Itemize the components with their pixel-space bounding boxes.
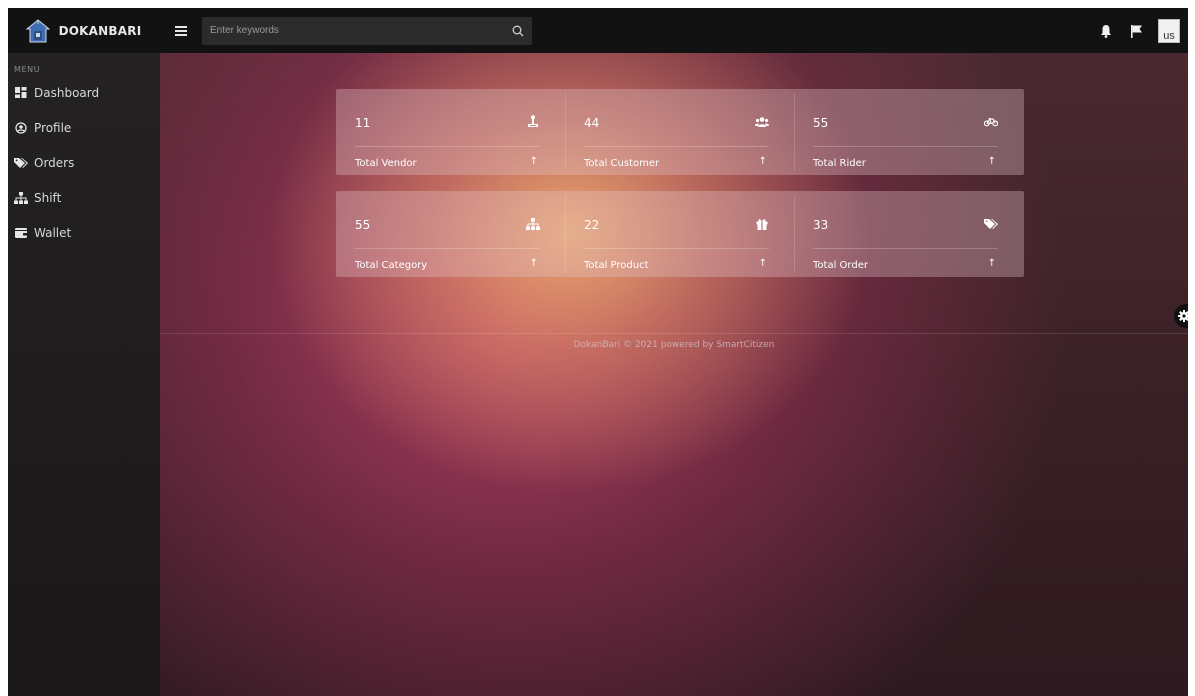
stats-row: 55 Total Category ↑ 22 Total Product ↑ 3… [336,191,1024,277]
arrow-up-icon: ↑ [987,156,996,167]
stat-value: 55 [813,116,829,130]
menu-heading: MENU [14,65,41,74]
sidebar-item-label: Profile [34,120,72,135]
bicycle-icon [984,115,998,129]
arrow-up-icon: ↑ [758,258,767,269]
app-window: DOKANBARI Enter keywords us MENU Dashboa… [8,8,1188,696]
card-divider [813,146,998,147]
arrow-up-icon: ↑ [987,258,996,269]
house-logo-icon [25,18,51,42]
stat-label: Total Customer [584,158,660,169]
sidebar-item-orders[interactable]: Orders [8,145,160,180]
stat-value: 55 [355,218,371,232]
search-input[interactable] [202,17,504,44]
stat-card-vendor[interactable]: 11 Total Vendor ↑ [336,89,565,175]
sitemap-icon [14,191,28,205]
stat-label: Total Product [584,260,649,271]
brand-name: DOKANBARI [58,23,142,38]
sidebar-item-shift[interactable]: Shift [8,180,160,215]
settings-gear-button[interactable] [1174,304,1188,328]
users-icon [755,115,769,129]
vendor-icon [526,115,540,129]
sidebar-item-wallet[interactable]: Wallet [8,215,160,250]
card-divider [355,248,540,249]
card-divider [584,146,769,147]
stat-card-customer[interactable]: 44 Total Customer ↑ [565,89,794,175]
tags-icon [14,156,28,170]
stat-value: 44 [584,116,600,130]
stat-label: Total Rider [813,158,866,169]
user-avatar[interactable]: us [1158,18,1180,43]
stat-label: Total Order [813,260,868,271]
stat-card-product[interactable]: 22 Total Product ↑ [565,191,794,277]
card-divider [584,248,769,249]
sidebar-item-label: Shift [34,190,62,205]
stat-label: Total Vendor [355,158,417,169]
flag-icon[interactable] [1128,23,1144,39]
sidebar-item-label: Dashboard [34,85,100,100]
gear-icon [1178,310,1188,322]
stat-card-category[interactable]: 55 Total Category ↑ [336,191,565,277]
arrow-up-icon: ↑ [758,156,767,167]
dashboard-icon [14,86,28,100]
sitemap-icon [526,217,540,231]
footer-text: DokanBari © 2021 powered by SmartCitizen [573,340,775,350]
stat-label: Total Category [355,260,428,271]
sidebar-item-profile[interactable]: Profile [8,110,160,145]
sidebar-item-dashboard[interactable]: Dashboard [8,75,160,110]
brand[interactable]: DOKANBARI [8,8,158,53]
card-divider [813,248,998,249]
wallet-icon [14,226,28,240]
hamburger-menu-icon[interactable] [174,24,188,38]
stat-value: 22 [584,218,600,232]
gift-icon [755,217,769,231]
footer-divider [160,333,1188,334]
main-content: 11 Total Vendor ↑ 44 Total Customer ↑ 55… [160,53,1188,696]
stats-row: 11 Total Vendor ↑ 44 Total Customer ↑ 55… [336,89,1024,175]
card-divider [355,146,540,147]
arrow-up-icon: ↑ [529,156,538,167]
sidebar-item-label: Wallet [34,225,72,240]
top-navbar: DOKANBARI Enter keywords us [8,8,1188,53]
user-circle-icon [14,121,28,135]
search-icon[interactable] [504,17,532,45]
stat-value: 11 [355,116,371,130]
arrow-up-icon: ↑ [529,258,538,269]
tags-icon [984,217,998,231]
stat-card-order[interactable]: 33 Total Order ↑ [794,191,1023,277]
stat-card-rider[interactable]: 55 Total Rider ↑ [794,89,1023,175]
stat-value: 33 [813,218,829,232]
avatar-alt-text: us [1163,29,1175,42]
sidebar-item-label: Orders [34,155,75,170]
topbar-actions: us [1098,8,1180,53]
sidebar: MENU Dashboard Profile Orders Shift Wall… [8,53,160,696]
bell-icon[interactable] [1098,23,1114,39]
search-box [202,16,532,45]
